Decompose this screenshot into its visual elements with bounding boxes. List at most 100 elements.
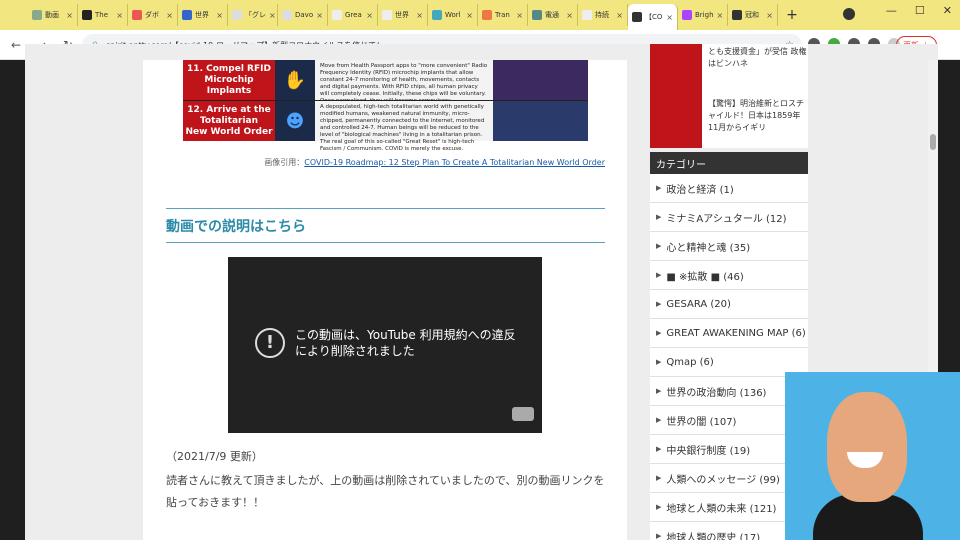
category-item[interactable]: ▶ ミナミAアシュタール (12) — [650, 203, 808, 232]
close-icon[interactable]: × — [216, 11, 223, 20]
presenter-face — [827, 392, 907, 502]
favicon-icon — [732, 10, 742, 20]
favicon-icon — [32, 10, 42, 20]
window-controls: — ☐ ✕ — [886, 4, 952, 17]
close-icon[interactable]: × — [366, 11, 373, 20]
image-caption: 画像引用：COVID-19 Roadmap: 12 Step Plan To C… — [264, 158, 605, 167]
infographic-row: 11. Compel RFID Microchip Implants ✋ Mov… — [183, 60, 588, 104]
roadmap-infographic: 11. Compel RFID Microchip Implants ✋ Mov… — [183, 60, 588, 152]
close-icon[interactable]: × — [766, 11, 773, 20]
close-icon[interactable]: × — [666, 13, 673, 22]
infographic-label: 12. Arrive at the Totalitarian New World… — [183, 101, 275, 141]
digital-face-icon: ☻ — [275, 101, 315, 141]
update-note: （2021/7/9 更新） — [166, 450, 263, 463]
browser-tab[interactable]: 動画 × — [28, 4, 78, 26]
browser-tab[interactable]: 冠和 × — [728, 4, 778, 26]
favicon-icon — [232, 10, 242, 20]
browser-tab[interactable]: Tran × — [478, 4, 528, 26]
browser-tab-active[interactable]: 【CO × — [628, 4, 678, 30]
wikipedia-icon — [332, 10, 342, 20]
browser-tab[interactable]: Worl × — [428, 4, 478, 26]
favicon-icon — [532, 10, 542, 20]
news-item[interactable]: とも支援資金」が受信 政権はビンハネ — [650, 44, 808, 96]
favicon-icon — [432, 10, 442, 20]
scrollbar-thumb[interactable] — [930, 134, 936, 150]
wikipedia-icon — [382, 10, 392, 20]
infographic-text: A depopulated, high-tech totalitarian wo… — [315, 101, 493, 152]
browser-tab[interactable]: Davo × — [278, 4, 328, 26]
infographic-label: 11. Compel RFID Microchip Implants — [183, 60, 275, 100]
category-item[interactable]: ▶ GESARA (20) — [650, 290, 808, 319]
padlock-image — [493, 101, 588, 141]
caret-right-icon: ▶ — [656, 474, 662, 482]
maximize-icon[interactable]: ☐ — [915, 4, 925, 17]
category-item[interactable]: ▶ GREAT AWAKENING MAP (6) — [650, 319, 808, 348]
favicon-icon — [132, 10, 142, 20]
section-heading: 動画での説明はこちら — [166, 208, 605, 243]
infographic-image — [493, 60, 588, 100]
caret-right-icon: ▶ — [656, 329, 662, 337]
caret-right-icon: ▶ — [656, 300, 662, 308]
browser-tab[interactable]: ダボ × — [128, 4, 178, 26]
close-icon[interactable]: × — [66, 11, 73, 20]
new-tab-button[interactable]: + — [784, 7, 800, 23]
infographic-row: 12. Arrive at the Totalitarian New World… — [183, 101, 588, 152]
news-item[interactable]: 【驚愕】明治維新とロスチャイルド！日本は1859年11月からイギリ — [650, 96, 808, 148]
favicon-icon — [82, 10, 92, 20]
hand-xray-icon: ✋ — [275, 60, 315, 100]
close-icon[interactable]: × — [516, 11, 523, 20]
browser-tab[interactable]: The × — [78, 4, 128, 26]
minimize-icon[interactable]: — — [886, 4, 897, 17]
close-icon[interactable]: × — [616, 11, 623, 20]
category-item[interactable]: ▶ 政治と経済 (1) — [650, 174, 808, 203]
category-item[interactable]: ▶ ■ ※拡散 ■ (46) — [650, 261, 808, 290]
close-icon[interactable]: × — [316, 11, 323, 20]
article-content: 11. Compel RFID Microchip Implants ✋ Mov… — [143, 60, 627, 540]
source-link[interactable]: COVID-19 Roadmap: 12 Step Plan To Create… — [304, 158, 605, 167]
favicon-icon — [632, 12, 642, 22]
browser-tab[interactable]: 世界 × — [378, 4, 428, 26]
close-icon[interactable]: × — [166, 11, 173, 20]
caret-right-icon: ▶ — [656, 184, 662, 192]
video-embed[interactable]: ! この動画は、YouTube 利用規約への違反により削除されました — [228, 257, 542, 433]
webcam-overlay — [785, 372, 960, 540]
favicon-icon — [682, 10, 692, 20]
article-paragraph: 読者さんに教えて頂きましたが、上の動画は削除されていましたので、別の動画リンクを… — [166, 474, 605, 509]
tab-strip: 動画 × The × ダボ × 世界 × 「グレ × Davo × Grea × 世界 × Wo… — [0, 0, 960, 30]
category-heading: カテゴリー — [650, 152, 808, 174]
news-thumbnail[interactable] — [650, 96, 702, 148]
close-icon[interactable]: × — [466, 11, 473, 20]
profile-icon[interactable] — [843, 8, 855, 20]
caret-right-icon: ▶ — [656, 532, 662, 540]
browser-tab[interactable]: 電通 × — [528, 4, 578, 26]
page-gutter — [0, 60, 25, 540]
close-icon[interactable]: × — [269, 11, 276, 20]
caret-right-icon: ▶ — [656, 503, 662, 511]
favicon-icon — [482, 10, 492, 20]
browser-tab[interactable]: 「グレ × — [228, 4, 278, 26]
youtube-icon[interactable] — [512, 407, 534, 421]
caret-right-icon: ▶ — [656, 358, 662, 366]
browser-tab[interactable]: 世界 × — [178, 4, 228, 26]
close-icon[interactable]: × — [116, 11, 123, 20]
video-removed-message: ! この動画は、YouTube 利用規約への違反により削除されました — [255, 327, 525, 359]
browser-tab[interactable]: Grea × — [328, 4, 378, 26]
caret-right-icon: ▶ — [656, 387, 662, 395]
close-window-icon[interactable]: ✕ — [943, 4, 952, 17]
close-icon[interactable]: × — [416, 11, 423, 20]
warning-icon: ! — [255, 328, 285, 358]
browser-tab[interactable]: Brigh × — [678, 4, 728, 26]
close-icon[interactable]: × — [566, 11, 573, 20]
caret-right-icon: ▶ — [656, 445, 662, 453]
favicon-icon — [182, 10, 192, 20]
favicon-icon — [282, 10, 292, 20]
browser-tab[interactable]: 持続 × — [578, 4, 628, 26]
back-icon[interactable]: ← — [6, 38, 26, 52]
caret-right-icon: ▶ — [656, 416, 662, 424]
wikipedia-icon — [582, 10, 592, 20]
infographic-text: Move from Health Passport apps to "more … — [315, 60, 493, 104]
news-thumbnail[interactable] — [650, 44, 702, 96]
close-icon[interactable]: × — [717, 11, 724, 20]
category-item[interactable]: ▶ 心と精神と魂 (35) — [650, 232, 808, 261]
caret-right-icon: ▶ — [656, 271, 662, 279]
